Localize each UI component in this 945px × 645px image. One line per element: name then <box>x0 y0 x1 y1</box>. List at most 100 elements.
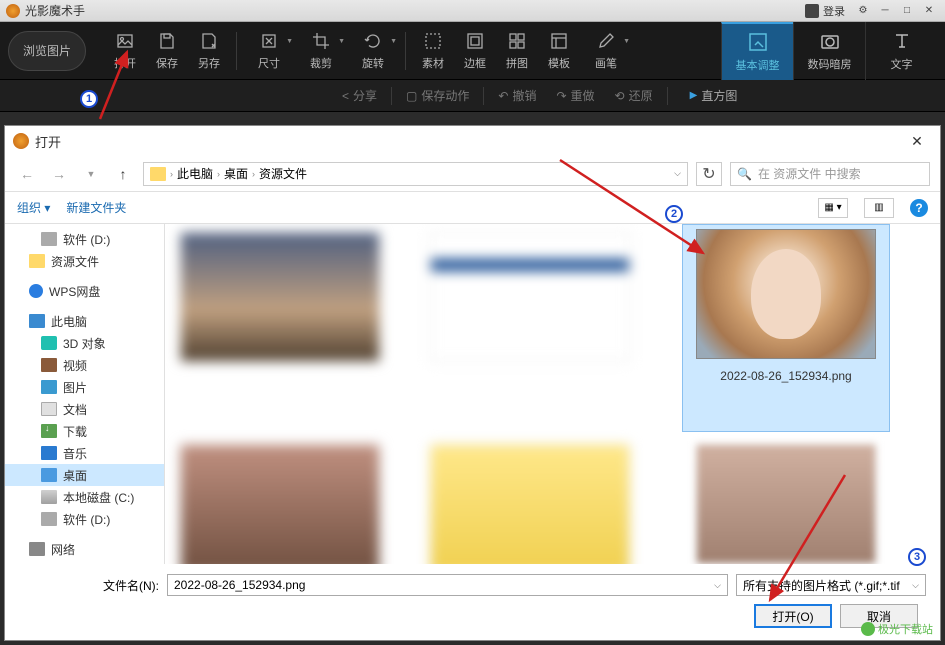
tab-label: 基本调整 <box>736 57 780 73</box>
undo-button[interactable]: ↶撤销 <box>498 87 536 104</box>
tab-basic-adjust[interactable]: 基本调整 <box>721 22 793 80</box>
tree-item-pc[interactable]: 此电脑 <box>5 310 164 332</box>
tool-crop[interactable]: 裁剪▼ <box>295 26 347 76</box>
tree-label: 资源文件 <box>51 253 99 270</box>
nav-back-button[interactable]: ← <box>15 162 39 186</box>
filename-input[interactable]: 2022-08-26_152934.png ⌵ <box>167 574 728 596</box>
tree-item-pictures[interactable]: 图片 <box>5 376 164 398</box>
breadcrumb-item[interactable]: 资源文件 <box>259 165 307 182</box>
file-thumbnail[interactable] <box>425 232 635 412</box>
video-icon <box>41 358 57 372</box>
new-folder-button[interactable]: 新建文件夹 <box>66 199 126 216</box>
tool-collage[interactable]: 拼图 <box>496 26 538 76</box>
chevron-down-icon[interactable]: ▼ <box>338 38 345 45</box>
tree-label: 桌面 <box>63 467 87 484</box>
tree-item-network[interactable]: 网络 <box>5 538 164 560</box>
redo-label: 重做 <box>571 87 595 104</box>
close-button[interactable]: ✕ <box>919 4 939 18</box>
nav-up-button[interactable]: ↑ <box>111 162 135 186</box>
tree-item-drive-d[interactable]: 软件 (D:) <box>5 508 164 530</box>
share-icon: < <box>342 89 349 103</box>
login-button[interactable]: 登录 <box>805 3 845 19</box>
user-icon <box>805 4 819 18</box>
maximize-button[interactable]: □ <box>897 4 917 18</box>
chevron-down-icon[interactable]: ⌵ <box>674 168 681 179</box>
chevron-down-icon[interactable]: ▼ <box>390 38 397 45</box>
app-titlebar: 光影魔术手 登录 ⚙ ─ □ ✕ <box>0 0 945 22</box>
tab-label: 文字 <box>891 56 913 72</box>
file-thumbnail[interactable] <box>175 232 385 412</box>
dialog-nav: ← → ▼ ↑ › 此电脑 › 桌面 › 资源文件 ⌵ ↻ 🔍 在 资源文件 中… <box>5 156 940 192</box>
tree-item-folder[interactable]: 资源文件 <box>5 250 164 272</box>
tool-label: 旋转 <box>362 55 384 71</box>
tool-template[interactable]: 模板 <box>538 26 580 76</box>
breadcrumb-item[interactable]: 桌面 <box>224 165 248 182</box>
restore-button[interactable]: ⟲还原 <box>615 87 653 104</box>
open-button[interactable]: 打开(O) <box>754 604 832 628</box>
tool-label: 画笔 <box>595 55 617 71</box>
tree-item-music[interactable]: 音乐 <box>5 442 164 464</box>
chevron-down-icon[interactable]: ▼ <box>286 38 293 45</box>
tree-item-video[interactable]: 视频 <box>5 354 164 376</box>
file-thumbnail[interactable] <box>425 444 635 564</box>
tool-label: 模板 <box>548 55 570 71</box>
chevron-down-icon[interactable]: ⌵ <box>714 580 721 591</box>
tab-text[interactable]: 文字 <box>865 22 937 80</box>
breadcrumb-item[interactable]: 此电脑 <box>177 165 213 182</box>
file-thumbnail[interactable] <box>682 444 890 564</box>
preview-pane-button[interactable]: ▥ <box>864 198 894 218</box>
tool-save-as[interactable]: 另存 <box>188 26 230 76</box>
tree-label: 此电脑 <box>51 313 87 330</box>
tool-border[interactable]: 边框 <box>454 26 496 76</box>
tree-item-drive[interactable]: 软件 (D:) <box>5 228 164 250</box>
tree-item-wps[interactable]: WPS网盘 <box>5 280 164 302</box>
settings-icon[interactable]: ⚙ <box>853 4 873 18</box>
view-mode-button[interactable]: ▦ ▾ <box>818 198 848 218</box>
tool-size[interactable]: 尺寸▼ <box>243 26 295 76</box>
tool-save[interactable]: 保存 <box>146 26 188 76</box>
refresh-button[interactable]: ↻ <box>696 162 722 186</box>
help-button[interactable]: ? <box>910 199 928 217</box>
nav-forward-button[interactable]: → <box>47 162 71 186</box>
share-button[interactable]: <分享 <box>342 87 377 104</box>
file-list: 2022-08-26_152934.png <box>165 224 940 564</box>
redo-button[interactable]: ↷重做 <box>556 87 594 104</box>
file-thumbnail[interactable] <box>175 444 385 564</box>
save-as-icon <box>198 30 220 52</box>
tree-item-3d[interactable]: 3D 对象 <box>5 332 164 354</box>
dialog-toolbar: 组织 ▾ 新建文件夹 ▦ ▾ ▥ ? <box>5 192 940 224</box>
histogram-button[interactable]: ▶直方图 <box>690 87 738 104</box>
tool-open[interactable]: 打开 <box>104 26 146 76</box>
chevron-right-icon: › <box>252 169 255 179</box>
chevron-down-icon[interactable]: ▼ <box>623 38 630 45</box>
organize-button[interactable]: 组织 ▾ <box>17 199 50 216</box>
network-icon <box>29 542 45 556</box>
tool-rotate[interactable]: 旋转 ▼ <box>347 26 399 76</box>
tool-material[interactable]: 素材 <box>412 26 454 76</box>
search-input[interactable]: 🔍 在 资源文件 中搜索 <box>730 162 930 186</box>
file-thumbnail-selected[interactable]: 2022-08-26_152934.png <box>682 224 890 432</box>
tree-item-docs[interactable]: 文档 <box>5 398 164 420</box>
nav-recent-button[interactable]: ▼ <box>79 162 103 186</box>
filename-value: 2022-08-26_152934.png <box>174 578 305 592</box>
minimize-button[interactable]: ─ <box>875 4 895 18</box>
tree-label: 音乐 <box>63 445 87 462</box>
material-icon <box>422 30 444 52</box>
breadcrumb[interactable]: › 此电脑 › 桌面 › 资源文件 ⌵ <box>143 162 688 186</box>
filter-label: 所有支持的图片格式 (*.gif;*.tif <box>743 577 900 594</box>
tree-item-local-c[interactable]: 本地磁盘 (C:) <box>5 486 164 508</box>
main-toolbar: 浏览图片 打开 保存 另存 尺寸▼ 裁剪▼ 旋转 ▼ 素材 边框 拼图 模板 画笔… <box>0 22 945 80</box>
music-icon <box>41 446 57 460</box>
file-type-filter[interactable]: 所有支持的图片格式 (*.gif;*.tif ⌵ <box>736 574 926 596</box>
tab-darkroom[interactable]: 数码暗房 <box>793 22 865 80</box>
tool-brush[interactable]: 画笔 ▼ <box>580 26 632 76</box>
file-name: 2022-08-26_152934.png <box>720 369 851 383</box>
browse-images-button[interactable]: 浏览图片 <box>8 31 86 71</box>
save-action-button[interactable]: ▢保存动作 <box>406 87 469 104</box>
tree-item-downloads[interactable]: 下载 <box>5 420 164 442</box>
chevron-down-icon[interactable]: ⌵ <box>912 580 919 591</box>
search-placeholder: 在 资源文件 中搜索 <box>758 165 861 182</box>
tree-item-desktop[interactable]: 桌面 <box>5 464 164 486</box>
tree-label: 视频 <box>63 357 87 374</box>
dialog-close-button[interactable]: ✕ <box>902 129 932 153</box>
